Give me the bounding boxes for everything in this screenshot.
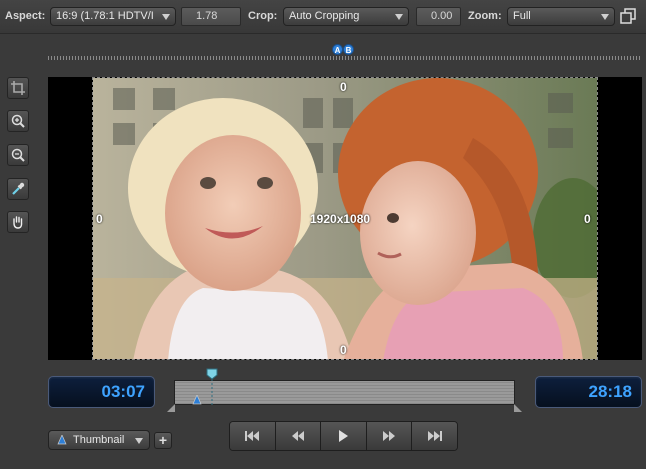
chevron-down-icon bbox=[135, 438, 143, 444]
chevron-down-icon bbox=[601, 14, 609, 20]
aspect-ratio-field[interactable]: 1.78 bbox=[181, 7, 241, 26]
add-button[interactable]: + bbox=[154, 432, 172, 449]
zoom-select[interactable]: Full bbox=[507, 7, 615, 26]
in-timecode[interactable]: 03:07 bbox=[48, 376, 155, 408]
fast-forward-button[interactable] bbox=[366, 422, 413, 450]
zoom-in-icon bbox=[11, 114, 25, 128]
hand-tool-button[interactable] bbox=[7, 211, 29, 233]
range-start-icon[interactable] bbox=[167, 404, 175, 412]
zoom-select-value: Full bbox=[513, 10, 531, 22]
eyedropper-icon bbox=[12, 182, 25, 195]
thumbnail-select[interactable]: Thumbnail bbox=[48, 430, 150, 450]
right-offset-label: 0 bbox=[584, 212, 591, 226]
left-offset-label: 0 bbox=[96, 212, 103, 226]
hand-icon bbox=[13, 216, 23, 229]
aspect-select[interactable]: 16:9 (1.78:1 HDTV/I bbox=[50, 7, 176, 26]
chevron-down-icon bbox=[395, 14, 403, 20]
crop-label: Crop: bbox=[248, 10, 278, 22]
crop-select-value: Auto Cropping bbox=[289, 10, 360, 22]
crop-tool-button[interactable] bbox=[7, 77, 29, 99]
zoom-in-button[interactable] bbox=[7, 110, 29, 132]
crop-tool-icon bbox=[11, 81, 25, 95]
rewind-icon bbox=[291, 431, 304, 441]
transport-controls bbox=[229, 421, 458, 451]
fast-forward-icon bbox=[383, 431, 396, 441]
zoom-label: Zoom: bbox=[468, 10, 502, 22]
top-offset-label: 0 bbox=[340, 80, 347, 94]
play-icon bbox=[339, 430, 349, 442]
chevron-down-icon bbox=[162, 14, 170, 20]
zoom-out-icon bbox=[11, 148, 25, 162]
aspect-label: Aspect: bbox=[5, 10, 46, 22]
eyedropper-button[interactable] bbox=[7, 178, 29, 200]
aspect-select-value: 16:9 (1.78:1 HDTV/I bbox=[56, 10, 154, 22]
thumbnail-marker-icon bbox=[57, 435, 67, 445]
play-button[interactable] bbox=[321, 422, 367, 450]
marker-a[interactable]: A bbox=[332, 44, 343, 55]
expand-window-icon[interactable] bbox=[620, 8, 636, 24]
top-toolbar: Aspect: 16:9 (1.78:1 HDTV/I 1.78 Crop: A… bbox=[0, 0, 646, 34]
crop-select[interactable]: Auto Cropping bbox=[283, 7, 409, 26]
zoom-out-button[interactable] bbox=[7, 144, 29, 166]
go-to-start-button[interactable] bbox=[230, 422, 276, 450]
skip-to-start-icon bbox=[245, 431, 260, 441]
marker-b[interactable]: B bbox=[343, 44, 354, 55]
resolution-label: 1920x1080 bbox=[310, 212, 371, 226]
out-timecode[interactable]: 28:18 bbox=[535, 376, 642, 408]
bottom-offset-label: 0 bbox=[340, 343, 347, 357]
range-end-icon[interactable] bbox=[514, 404, 522, 412]
thumbnail-select-value: Thumbnail bbox=[73, 434, 125, 446]
ruler bbox=[48, 56, 642, 60]
rewind-button[interactable] bbox=[275, 422, 322, 450]
skip-to-end-icon bbox=[427, 431, 442, 441]
thumbnail-marker-icon[interactable] bbox=[192, 395, 202, 405]
playhead-handle[interactable] bbox=[205, 368, 219, 408]
timeline-scrubber[interactable] bbox=[174, 380, 515, 405]
go-to-end-button[interactable] bbox=[412, 422, 457, 450]
crop-amount-field[interactable]: 0.00 bbox=[416, 7, 461, 26]
